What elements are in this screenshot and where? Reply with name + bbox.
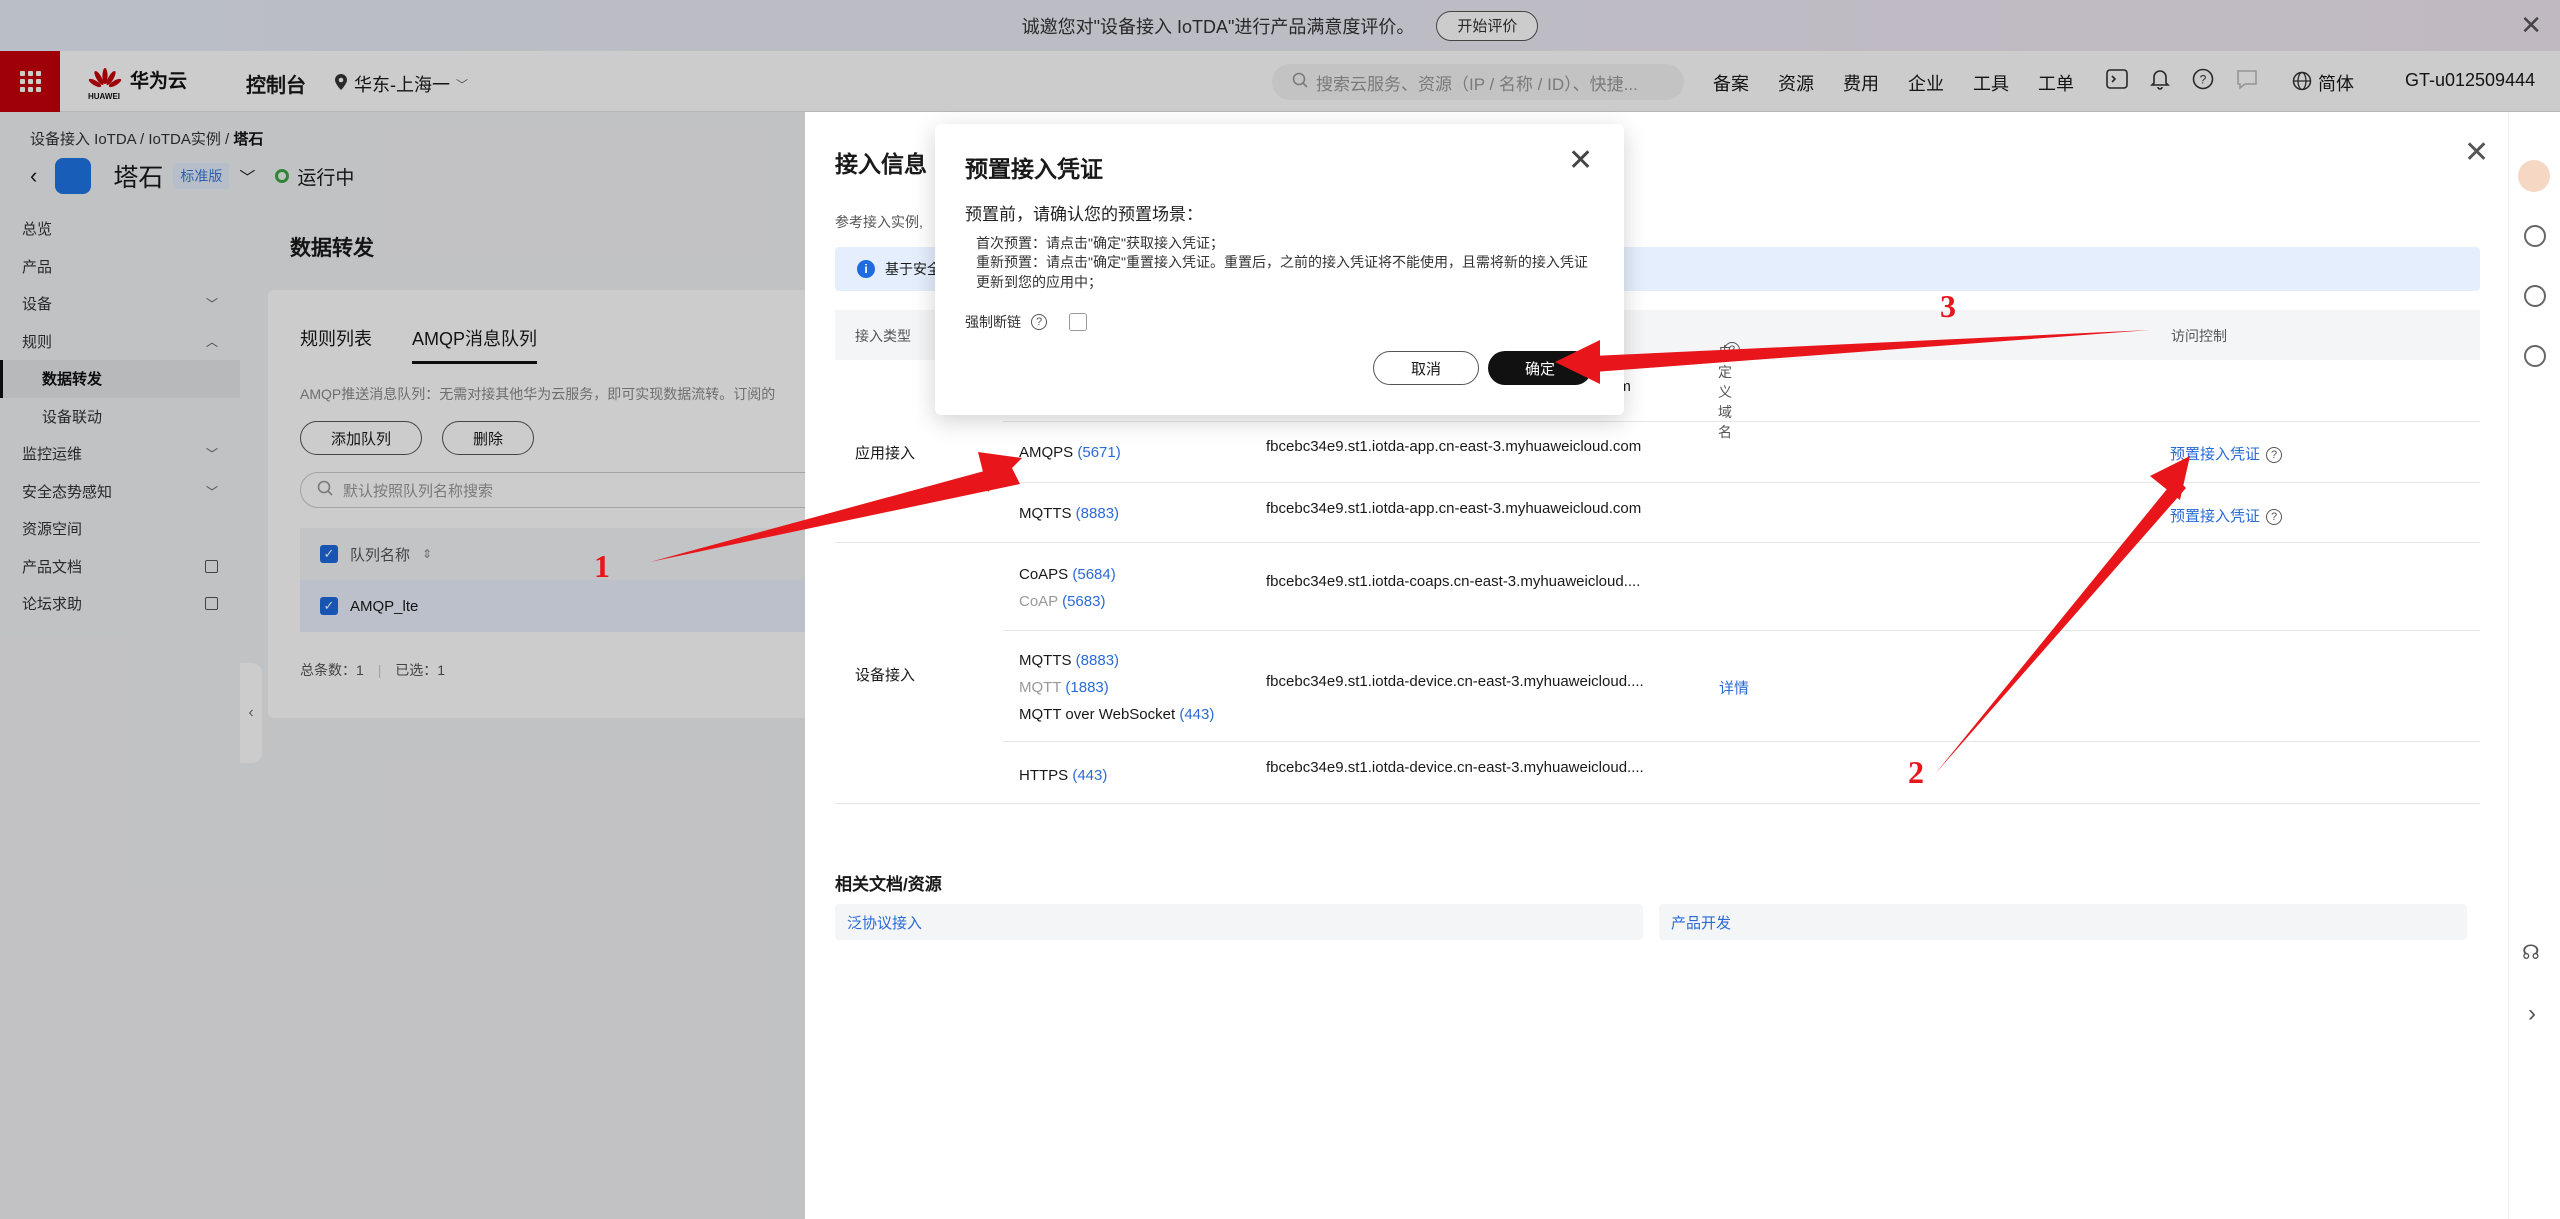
dialog-first-preset-text: 首次预置：请点击"确定"获取接入凭证； <box>976 235 1224 251</box>
help-icon[interactable]: ? <box>2266 509 2283 526</box>
headset-icon[interactable]: ☊ <box>2522 940 2540 965</box>
row-divider <box>1003 482 2480 483</box>
protocol-port: (8883) <box>1075 505 1120 522</box>
protocol-name: MQTT <box>1019 679 1062 696</box>
help-icon[interactable]: ? <box>2266 447 2283 464</box>
device-access-label: 设备接入 <box>855 667 916 684</box>
force-disconnect-label: 强制断链 <box>965 314 1021 330</box>
protocol-mqtt-websocket: MQTT over WebSocket (443) <box>1019 706 1214 723</box>
drawer-reference-text: 参考接入实例, <box>835 214 923 230</box>
host-mqtts-app: fbcebc34e9.st1.iotda-app.cn-east-3.myhua… <box>1266 500 1642 517</box>
help-icon[interactable]: ? <box>1031 314 1047 330</box>
protocol-name: CoAP <box>1019 593 1058 610</box>
doc-link-product-development[interactable]: 产品开发 <box>1659 904 2467 940</box>
row-divider <box>1003 741 2480 742</box>
help-icon[interactable]: ? <box>1724 342 1740 358</box>
cancel-button[interactable]: 取消 <box>1373 351 1479 385</box>
protocol-port: (443) <box>1072 767 1108 784</box>
protocol-coaps: CoAPS (5684) <box>1019 566 1116 583</box>
help-icon[interactable] <box>2524 225 2546 247</box>
force-disconnect-option: 强制断链 ? <box>965 312 1087 332</box>
row-divider <box>835 542 2480 543</box>
row-divider <box>835 803 2480 804</box>
protocol-name: MQTTS <box>1019 652 1072 669</box>
protocol-port: (5684) <box>1072 566 1116 583</box>
column-header-access-type: 接入类型 <box>855 328 911 344</box>
row-divider <box>1003 421 2480 422</box>
protocol-coap: CoAP (5683) <box>1019 593 1105 610</box>
protocol-name: MQTT over WebSocket <box>1019 706 1176 723</box>
confirm-button[interactable]: 确定 <box>1488 351 1592 385</box>
host-mqtts-device: fbcebc34e9.st1.iotda-device.cn-east-3.my… <box>1266 673 1644 690</box>
info-bar-text: 基于安全 <box>885 261 941 277</box>
protocol-name: MQTTS <box>1019 505 1072 522</box>
host-https: fbcebc34e9.st1.iotda-device.cn-east-3.my… <box>1266 759 1644 776</box>
protocol-name: HTTPS <box>1019 767 1069 784</box>
details-link[interactable]: 详情 <box>1719 677 1749 698</box>
protocol-mqtts-app: MQTTS (8883) <box>1019 505 1119 522</box>
dialog-title: 预置接入凭证 <box>965 156 1103 182</box>
dialog-question: 预置前，请确认您的预置场景： <box>965 205 1203 224</box>
protocol-mqtt: MQTT (1883) <box>1019 679 1109 696</box>
right-rail <box>2508 112 2560 1219</box>
related-docs-title: 相关文档/资源 <box>835 875 942 894</box>
protocol-name: CoAPS <box>1019 566 1069 583</box>
protocol-port: (8883) <box>1075 652 1120 669</box>
host-coaps: fbcebc34e9.st1.iotda-coaps.cn-east-3.myh… <box>1266 573 1641 590</box>
force-disconnect-checkbox[interactable] <box>1069 313 1087 331</box>
preset-credential-mqtts: 预置接入凭证? <box>2170 505 2283 526</box>
dialog-close-icon[interactable]: ✕ <box>1568 146 1593 176</box>
annotation-number-3: 3 <box>1940 288 1956 324</box>
protocol-https: HTTPS (443) <box>1019 767 1107 784</box>
app-access-label: 应用接入 <box>855 445 916 462</box>
annotation-number-1: 1 <box>594 548 610 584</box>
gear-icon[interactable] <box>2524 345 2546 367</box>
assistant-avatar-icon[interactable] <box>2518 160 2550 192</box>
host-amqps: fbcebc34e9.st1.iotda-app.cn-east-3.myhua… <box>1266 438 1642 455</box>
preset-credential-link[interactable]: 预置接入凭证 <box>2170 508 2260 525</box>
drawer-title: 接入信息 <box>835 151 927 177</box>
annotation-number-2: 2 <box>1908 754 1924 790</box>
protocol-port: (443) <box>1179 706 1215 723</box>
protocol-mqtts-device: MQTTS (8883) <box>1019 652 1119 669</box>
preset-credential-link[interactable]: 预置接入凭证 <box>2170 446 2260 463</box>
protocol-port: (1883) <box>1065 679 1109 696</box>
dialog-reset-text: 重新预置：请点击"确定"重置接入凭证。重置后，之前的接入凭证将不能使用，且需将新… <box>976 254 1588 290</box>
chevron-right-icon[interactable]: › <box>2528 1000 2536 1028</box>
doc-link-generic-protocol[interactable]: 泛协议接入 <box>835 904 1643 940</box>
preset-credential-amqps: 预置接入凭证? <box>2170 443 2283 464</box>
drawer-close-icon[interactable]: ✕ <box>2464 135 2489 170</box>
row-divider <box>1003 630 2480 631</box>
protocol-port: (5683) <box>1062 593 1106 610</box>
protocol-port: (5671) <box>1077 444 1121 461</box>
info-icon: i <box>857 260 875 278</box>
column-header-access-control: 访问控制 <box>2171 328 2227 344</box>
protocol-name: AMQPS <box>1019 444 1074 461</box>
protocol-amqps: AMQPS (5671) <box>1019 444 1121 461</box>
smiley-feedback-icon[interactable] <box>2524 285 2546 307</box>
